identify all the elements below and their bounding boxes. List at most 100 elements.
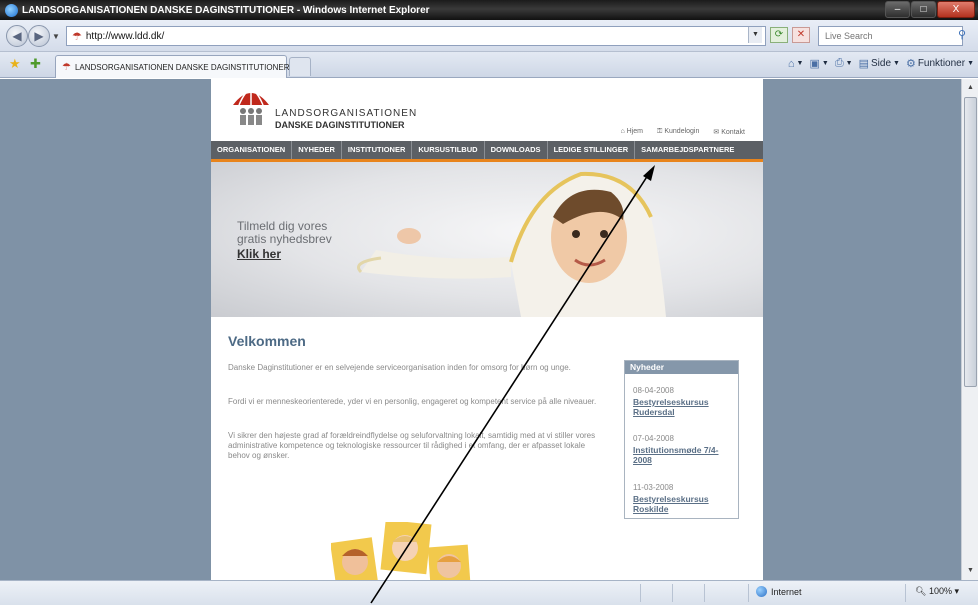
news-date: 08-04-2008 <box>633 386 674 395</box>
print-icon: ⎙ <box>834 57 844 69</box>
forward-button[interactable]: ▶ <box>28 25 50 47</box>
favorites-star-icon[interactable]: ★ <box>9 56 21 72</box>
children-photo-collage <box>331 522 471 580</box>
newsletter-signup-link[interactable]: Klik her <box>237 247 281 261</box>
home-link[interactable]: ⌂ Hjem <box>620 128 643 136</box>
minimize-button[interactable]: – <box>885 1 910 18</box>
page-viewport: LANDSORGANISATIONEN DANSKE DAGINSTITUTIO… <box>0 79 961 580</box>
window-title: LANDSORGANISATIONEN DANSKE DAGINSTITUTIO… <box>22 4 430 16</box>
nav-item-ledige-stillinger[interactable]: LEDIGE STILLINGER <box>548 141 636 159</box>
status-divider <box>748 584 749 602</box>
feeds-icon: ▣ <box>809 58 820 70</box>
nav-item-kursustilbud[interactable]: KURSUSTILBUD <box>412 141 485 159</box>
intro-paragraph-3: Vi sikrer den højeste grad af forældrein… <box>228 431 596 460</box>
site-header: LANDSORGANISATIONEN DANSKE DAGINSTITUTIO… <box>211 79 763 141</box>
news-item: 11-03-2008 Bestyrelseskursus Roskilde <box>633 483 733 514</box>
intro-paragraph-2: Fordi vi er menneskeorienterede, yder vi… <box>228 397 597 406</box>
news-box-title: Nyheder <box>625 361 738 374</box>
status-divider <box>640 584 641 602</box>
customer-login-label: Kundelogin <box>664 128 700 135</box>
house-icon: ⌂ <box>620 128 625 135</box>
zone-label: Internet <box>771 586 802 597</box>
page-menu[interactable]: ▤ Side ▼ <box>859 57 900 70</box>
new-tab-button[interactable] <box>289 57 311 76</box>
window-controls: – □ X <box>885 1 975 18</box>
logo-text-line2: DANSKE DAGINSTITUTIONER <box>275 120 405 130</box>
zoom-icon: 🔍︎ <box>915 586 927 596</box>
internet-explorer-icon <box>5 3 18 17</box>
customer-login-link[interactable]: ⚿ Kundelogin <box>657 128 699 136</box>
home-link-label: Hjem <box>626 128 644 135</box>
tools-menu-label: Funktioner <box>917 58 966 69</box>
nav-item-organisationen[interactable]: ORGANISATIONEN <box>211 141 293 159</box>
news-date: 11-03-2008 <box>633 483 674 492</box>
vertical-scrollbar[interactable]: ▲ ▼ <box>961 79 978 580</box>
main-navigation: ORGANISATIONEN NYHEDER INSTITUTIONER KUR… <box>211 141 763 159</box>
main-content: Velkommen Danske Daginstitutioner er en … <box>211 317 763 580</box>
close-button[interactable]: X <box>937 1 975 18</box>
home-icon: ⌂ <box>787 57 795 70</box>
status-divider <box>672 584 673 602</box>
status-bar: Internet 🔍︎ 100% ▾ <box>0 580 978 605</box>
status-divider <box>704 584 705 602</box>
tools-icon: ⚙ <box>905 58 916 70</box>
history-dropdown-icon[interactable]: ▼ <box>52 32 60 41</box>
title-bar: LANDSORGANISATIONEN DANSKE DAGINSTITUTIO… <box>0 0 978 20</box>
top-links: ⌂ Hjem ⚿ Kundelogin ✉ Kontakt <box>620 128 745 136</box>
security-zone[interactable]: Internet <box>756 586 802 597</box>
contact-link-label: Kontakt <box>721 129 745 136</box>
tab-label: LANDSORGANISATIONEN DANSKE DAGINSTITUTIO… <box>74 62 290 72</box>
nav-item-institutioner[interactable]: INSTITUTIONER <box>342 141 413 159</box>
newsletter-text: Tilmeld dig vores gratis nyhedsbrev <box>237 220 332 246</box>
nav-item-samarbejdspartnere[interactable]: SAMARBEJDSPARTNERE <box>635 141 740 159</box>
intro-paragraph-1: Danske Daginstitutioner er en selvejende… <box>228 363 571 372</box>
print-command[interactable]: ⎙ ▼ <box>835 57 853 70</box>
umbrella-logo-icon[interactable] <box>231 85 271 129</box>
news-link[interactable]: Bestyrelseskursus Rudersdal <box>633 397 733 417</box>
news-box: Nyheder 08-04-2008 Bestyrelseskursus Rud… <box>624 360 739 519</box>
refresh-button[interactable]: ⟳ <box>770 27 788 43</box>
search-input[interactable] <box>819 27 939 45</box>
home-command[interactable]: ⌂ ▼ <box>788 58 804 70</box>
news-link[interactable]: Bestyrelseskursus Roskilde <box>633 494 733 514</box>
search-box[interactable] <box>818 26 963 46</box>
zoom-label: 100% <box>928 586 952 596</box>
status-divider <box>905 584 906 602</box>
mail-icon: ✉ <box>713 129 720 136</box>
scroll-thumb[interactable] <box>964 97 977 387</box>
zoom-level[interactable]: 🔍︎ 100% ▾ <box>915 586 959 597</box>
search-icon[interactable]: ⚲ <box>958 28 966 41</box>
news-item: 07-04-2008 Institutionsmøde 7/4-2008 <box>633 434 733 465</box>
page-title: Velkommen <box>228 333 306 349</box>
scroll-up-icon[interactable]: ▲ <box>964 81 977 95</box>
address-dropdown-icon[interactable]: ▼ <box>748 27 762 43</box>
tab-ldd[interactable]: ☂ LANDSORGANISATIONEN DANSKE DAGINSTITUT… <box>55 55 290 78</box>
nav-item-nyheder[interactable]: NYHEDER <box>292 141 342 159</box>
tab-bar: ★ ✚ ☂ LANDSORGANISATIONEN DANSKE DAGINST… <box>0 52 978 78</box>
news-date: 07-04-2008 <box>633 434 674 443</box>
news-item: 08-04-2008 Bestyrelseskursus Rudersdal <box>633 386 733 417</box>
zoom-dropdown-icon: ▾ <box>954 586 960 596</box>
address-toolbar: ◀ ▶ ▼ ☂ http://www.ldd.dk/ ▼ ⟳ ✕ ⚲ <box>0 20 978 52</box>
news-link[interactable]: Institutionsmøde 7/4-2008 <box>633 445 733 465</box>
tools-menu[interactable]: ⚙ Funktioner ▼ <box>906 57 974 70</box>
maximize-button[interactable]: □ <box>911 1 936 18</box>
url-text: http://www.ldd.dk/ <box>85 30 165 42</box>
address-field[interactable]: ☂ http://www.ldd.dk/ <box>66 26 766 46</box>
globe-icon <box>756 586 767 597</box>
stop-button[interactable]: ✕ <box>792 27 810 43</box>
page-icon: ▤ <box>858 58 869 70</box>
scroll-down-icon[interactable]: ▼ <box>964 564 977 578</box>
site-favicon-icon: ☂ <box>72 30 82 43</box>
feeds-command[interactable]: ▣ ▼ <box>809 57 828 70</box>
website: LANDSORGANISATIONEN DANSKE DAGINSTITUTIO… <box>211 79 763 580</box>
add-favorite-icon[interactable]: ✚ <box>30 56 41 72</box>
nav-item-downloads[interactable]: DOWNLOADS <box>485 141 548 159</box>
hero-banner: Tilmeld dig vores gratis nyhedsbrev Klik… <box>211 162 763 317</box>
contact-link[interactable]: ✉ Kontakt <box>713 128 745 136</box>
key-icon: ⚿ <box>657 128 663 135</box>
tab-favicon-icon: ☂ <box>62 61 71 73</box>
page-menu-label: Side <box>870 58 891 69</box>
back-button[interactable]: ◀ <box>6 25 28 47</box>
command-bar: ⌂ ▼ ▣ ▼ ⎙ ▼ ▤ Side ▼ ⚙ Funktioner ▼ <box>788 57 974 70</box>
